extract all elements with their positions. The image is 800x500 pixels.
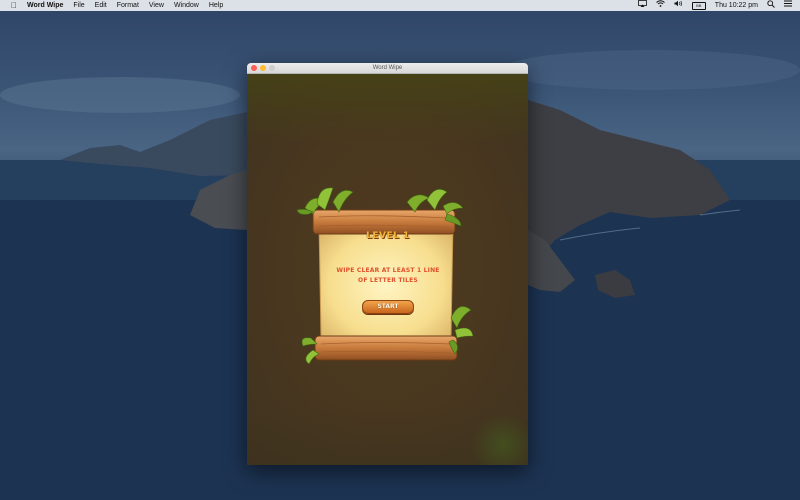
menu-format[interactable]: Format bbox=[117, 0, 139, 11]
menu-file[interactable]: File bbox=[73, 0, 84, 11]
volume-icon[interactable] bbox=[674, 0, 683, 11]
menu-edit[interactable]: Edit bbox=[95, 0, 107, 11]
minimize-button[interactable] bbox=[260, 65, 266, 71]
bottom-plank bbox=[314, 335, 458, 361]
level-title: LEVEL 1 bbox=[366, 231, 410, 241]
airplay-icon[interactable] bbox=[637, 0, 647, 11]
menu-app-name[interactable]: Word Wipe bbox=[27, 0, 63, 11]
battery-icon[interactable]: BB bbox=[691, 1, 706, 10]
close-button[interactable] bbox=[251, 65, 257, 71]
start-button[interactable]: START bbox=[362, 300, 414, 314]
menu-window[interactable]: Window bbox=[174, 0, 199, 11]
wifi-icon[interactable] bbox=[656, 0, 665, 11]
leaves-bottom-right bbox=[448, 306, 474, 355]
list-icon[interactable] bbox=[784, 0, 792, 11]
window-title: Word Wipe bbox=[372, 65, 403, 71]
menu-view[interactable]: View bbox=[149, 0, 164, 11]
game-canvas: LEVEL 1 WIPE CLEAR AT LEAST 1 LINE OF LE… bbox=[247, 74, 528, 465]
search-icon[interactable] bbox=[767, 0, 775, 12]
game-window: Word Wipe LEVEL 1 WIPE CLEAR AT LEAST 1 … bbox=[247, 63, 528, 465]
level-instruction: WIPE CLEAR AT LEAST 1 LINE OF LETTER TIL… bbox=[336, 267, 440, 284]
apple-icon[interactable]:  bbox=[9, 0, 19, 11]
menu-datetime[interactable]: Thu 10:22 pm bbox=[715, 0, 758, 11]
menu-help[interactable]: Help bbox=[209, 0, 223, 11]
zoom-button[interactable] bbox=[269, 65, 275, 71]
menu-bar:  Word Wipe File Edit Format View Window… bbox=[0, 0, 800, 11]
window-titlebar[interactable]: Word Wipe bbox=[247, 63, 528, 74]
